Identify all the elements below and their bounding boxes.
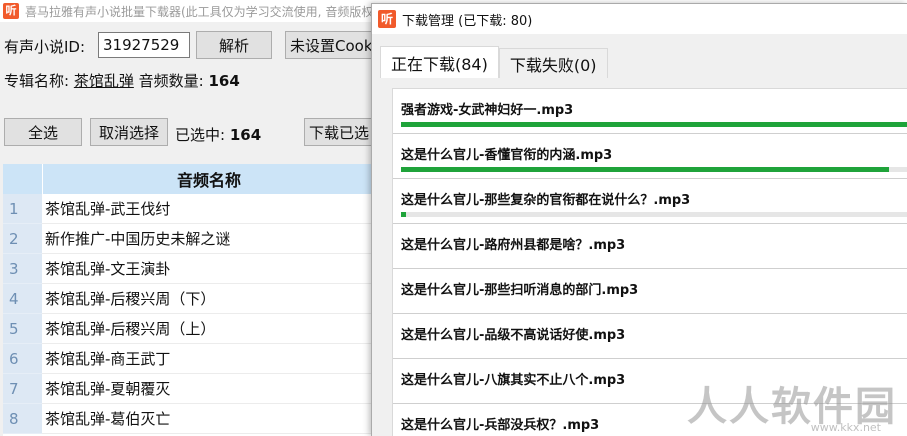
download-item-name: 这是什么官儿-品级不高说话好使.mp3 [401, 328, 626, 343]
download-manager-dialog: 听 下载管理 (已下载: 80) 正在下载(84) 下载失败(0) 强者游戏-女… [371, 3, 907, 436]
download-progress-fill [401, 212, 407, 217]
selected-label: 已选中: [175, 126, 226, 144]
row-name: 茶馆乱弹-后稷兴周（下） [42, 284, 375, 314]
download-progress-fill [401, 167, 889, 172]
row-name: 茶馆乱弹-葛伯灭亡 [42, 404, 375, 434]
row-name: 茶馆乱弹-后稷兴周（上） [42, 314, 375, 344]
download-item-name: 这是什么官儿-兵部没兵权？.mp3 [401, 418, 600, 433]
table-row[interactable]: 4 茶馆乱弹-后稷兴周（下） [3, 284, 375, 314]
table-row[interactable]: 6 茶馆乱弹-商王武丁 [3, 344, 375, 374]
deselect-button[interactable]: 取消选择 [90, 118, 168, 146]
row-name: 新作推广-中国历史未解之谜 [42, 224, 375, 254]
album-id-label: 有声小说ID: [4, 38, 86, 56]
download-progress-fill [401, 122, 907, 127]
app-logo-icon: 听 [3, 3, 19, 19]
screen: 听 喜马拉雅有声小说批量下载器(此工具仅为学习交流使用, 音频版权归喜马拉雅所有… [0, 0, 907, 436]
download-item[interactable]: 这是什么官儿-那些复杂的官衔都在说什么？.mp3 [393, 179, 907, 224]
row-name: 茶馆乱弹-武王伐纣 [42, 194, 375, 224]
row-index: 8 [3, 404, 42, 434]
row-index: 5 [3, 314, 42, 344]
dialog-logo-icon: 听 [378, 10, 396, 28]
row-index: 7 [3, 374, 42, 404]
parse-button[interactable]: 解析 [196, 31, 272, 59]
download-tabs: 正在下载(84) 下载失败(0) [380, 46, 608, 78]
table-row[interactable]: 7 茶馆乱弹-夏朝覆灭 [3, 374, 375, 404]
download-progress-bar [401, 122, 907, 127]
download-item[interactable]: 这是什么官儿-路府州县都是啥？.mp3 [393, 224, 907, 269]
table-row[interactable]: 8 茶馆乱弹-葛伯灭亡 [3, 404, 375, 434]
table-row[interactable]: 5 茶馆乱弹-后稷兴周（上） [3, 314, 375, 344]
table-header: 音频名称 [3, 164, 375, 194]
watermark-url: www.kkx.net [810, 421, 881, 434]
download-item[interactable]: 强者游戏-女武神妇好一.mp3 [393, 89, 907, 134]
name-column-header[interactable]: 音频名称 [42, 164, 375, 194]
tab-failed[interactable]: 下载失败(0) [498, 48, 608, 78]
select-all-button[interactable]: 全选 [4, 118, 82, 146]
download-item-name: 这是什么官儿-香懂官衔的内涵.mp3 [401, 148, 613, 163]
table-row[interactable]: 1 茶馆乱弹-武王伐纣 [3, 194, 375, 224]
audio-count-label: 音频数量: [138, 72, 204, 90]
download-item-name: 这是什么官儿-八旗其实不止八个.mp3 [401, 373, 626, 388]
download-item[interactable]: 这是什么官儿-品级不高说话好使.mp3 [393, 314, 907, 359]
album-id-input[interactable] [98, 32, 190, 58]
download-item[interactable]: 这是什么官儿-那些扫听消息的部门.mp3 [393, 269, 907, 314]
index-column-header [3, 164, 42, 194]
row-name: 茶馆乱弹-夏朝覆灭 [42, 374, 375, 404]
row-index: 2 [3, 224, 42, 254]
dialog-title-bar[interactable]: 听 下载管理 (已下载: 80) [372, 4, 907, 34]
row-index: 3 [3, 254, 42, 284]
row-name: 茶馆乱弹-文王演卦 [42, 254, 375, 284]
album-name-link[interactable]: 茶馆乱弹 [74, 72, 134, 90]
album-name-label: 专辑名称: [4, 72, 70, 90]
selected-info: 已选中: 164 [175, 124, 261, 145]
audio-count-value: 164 [208, 72, 240, 90]
row-index: 6 [3, 344, 42, 374]
row-index: 1 [3, 194, 42, 224]
table-row[interactable]: 2 新作推广-中国历史未解之谜 [3, 224, 375, 254]
row-index: 4 [3, 284, 42, 314]
download-progress-bar [401, 167, 907, 172]
download-item-name: 这是什么官儿-那些扫听消息的部门.mp3 [401, 283, 639, 298]
download-progress-bar [401, 212, 907, 217]
download-item[interactable]: 这是什么官儿-香懂官衔的内涵.mp3 [393, 134, 907, 179]
download-item-name: 强者游戏-女武神妇好一.mp3 [401, 103, 574, 118]
dialog-title: 下载管理 (已下载: 80) [402, 13, 533, 29]
audio-table: 音频名称 1 茶馆乱弹-武王伐纣 2 新作推广-中国历史未解之谜 3 茶馆乱弹-文王演… [3, 164, 375, 436]
table-row[interactable]: 3 茶馆乱弹-文王演卦 [3, 254, 375, 284]
tab-downloading[interactable]: 正在下载(84) [380, 46, 499, 78]
download-item-name: 这是什么官儿-路府州县都是啥？.mp3 [401, 238, 626, 253]
row-name: 茶馆乱弹-商王武丁 [42, 344, 375, 374]
selected-count: 164 [229, 126, 262, 144]
album-info: 专辑名称: 茶馆乱弹 音频数量: 164 [4, 70, 240, 91]
download-item-name: 这是什么官儿-那些复杂的官衔都在说什么？.mp3 [401, 193, 691, 208]
